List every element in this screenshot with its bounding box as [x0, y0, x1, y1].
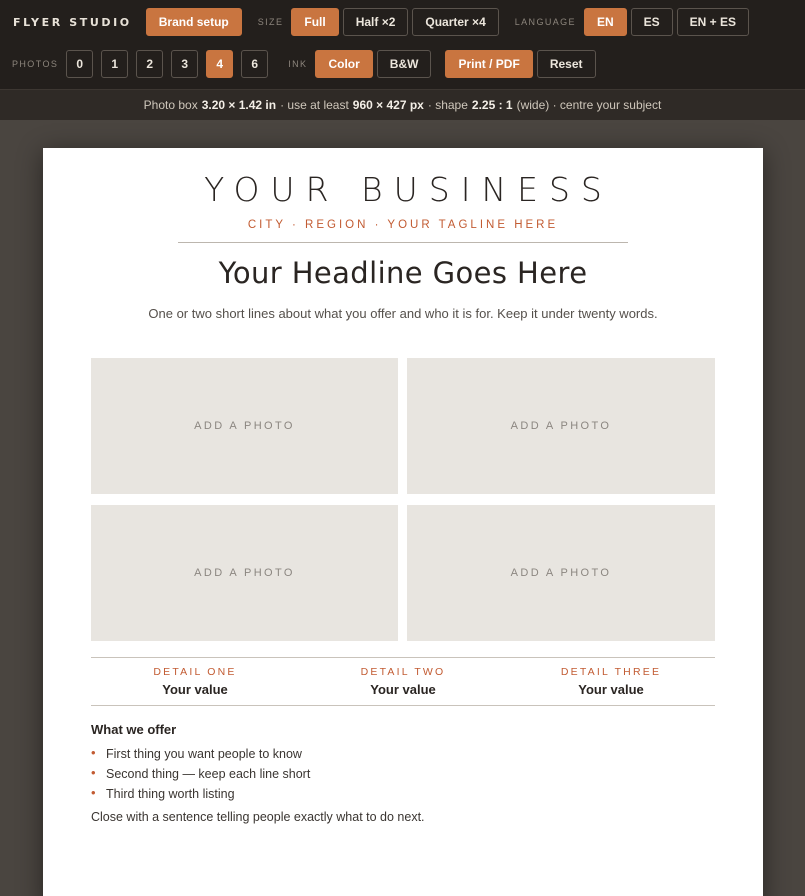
flyer-page: YOUR BUSINESS CITY · REGION · YOUR TAGLI…	[43, 148, 763, 896]
photo-box-hint: Photo box 3.20 × 1.42 in · use at least …	[0, 89, 805, 120]
divider	[91, 705, 715, 706]
size-full-button[interactable]: Full	[291, 8, 339, 36]
shape-label: · shape	[427, 98, 468, 112]
ink-label: INK	[288, 59, 308, 69]
photos-2-button[interactable]: 2	[136, 50, 164, 78]
shape-value: 2.25 : 1	[471, 98, 513, 112]
photos-1-button[interactable]: 1	[101, 50, 129, 78]
language-en-es-button[interactable]: EN + ES	[676, 8, 750, 36]
print-pdf-button[interactable]: Print / PDF	[445, 50, 533, 78]
details-row: DETAIL ONE Your value DETAIL TWO Your va…	[91, 666, 715, 697]
language-label: LANGUAGE	[514, 17, 576, 27]
detail-value: Your value	[578, 682, 644, 697]
language-es-button[interactable]: ES	[630, 8, 673, 36]
photo-box-label: Photo box	[143, 98, 198, 112]
list-item[interactable]: Second thing — keep each line short	[91, 763, 310, 784]
photo-grid: ADD A PHOTO ADD A PHOTO ADD A PHOTO ADD …	[91, 358, 715, 641]
size-half-button[interactable]: Half ×2	[342, 8, 409, 36]
photo-slot[interactable]: ADD A PHOTO	[91, 505, 398, 641]
toolbar: FLYER STUDIO Brand setup SIZE Full Half …	[0, 0, 805, 89]
photos-0-button[interactable]: 0	[66, 50, 94, 78]
shape-note: (wide) · centre your subject	[516, 98, 662, 112]
detail-value: Your value	[162, 682, 228, 697]
detail-item[interactable]: DETAIL TWO Your value	[299, 666, 507, 697]
size-quarter-button[interactable]: Quarter ×4	[412, 8, 499, 36]
detail-label: DETAIL ONE	[153, 666, 237, 678]
language-en-button[interactable]: EN	[583, 8, 627, 36]
offer-list: First thing you want people to know Seco…	[91, 743, 310, 804]
app-title: FLYER STUDIO	[13, 15, 132, 29]
photo-box-value: 3.20 × 1.42 in	[201, 98, 277, 112]
toolbar-row-top: FLYER STUDIO Brand setup SIZE Full Half …	[0, 8, 753, 36]
toolbar-row-bottom: PHOTOS 0 1 2 3 4 6 INK Color B&W Print /…	[0, 50, 600, 78]
list-item[interactable]: Third thing worth listing	[91, 783, 310, 804]
headline[interactable]: Your Headline Goes Here	[43, 256, 763, 290]
use-label: · use at least	[280, 98, 349, 112]
size-label: SIZE	[257, 17, 284, 27]
use-value: 960 × 427 px	[352, 98, 424, 112]
photo-slot[interactable]: ADD A PHOTO	[91, 358, 398, 494]
photos-6-button[interactable]: 6	[241, 50, 269, 78]
photos-3-button[interactable]: 3	[171, 50, 199, 78]
photo-slot[interactable]: ADD A PHOTO	[407, 358, 715, 494]
list-item[interactable]: First thing you want people to know	[91, 743, 310, 764]
brand-setup-button[interactable]: Brand setup	[145, 8, 242, 36]
detail-item[interactable]: DETAIL ONE Your value	[91, 666, 299, 697]
detail-label: DETAIL TWO	[360, 666, 446, 678]
detail-value: Your value	[370, 682, 436, 697]
photos-label: PHOTOS	[12, 59, 59, 69]
closing-text[interactable]: Close with a sentence telling people exa…	[91, 810, 425, 824]
canvas-area: YOUR BUSINESS CITY · REGION · YOUR TAGLI…	[0, 120, 805, 896]
detail-item[interactable]: DETAIL THREE Your value	[507, 666, 715, 697]
photos-4-button[interactable]: 4	[206, 50, 234, 78]
business-name[interactable]: YOUR BUSINESS	[43, 170, 763, 209]
divider	[91, 657, 715, 658]
subtext[interactable]: One or two short lines about what you of…	[143, 304, 663, 324]
detail-label: DETAIL THREE	[560, 666, 662, 678]
ink-color-button[interactable]: Color	[315, 50, 373, 78]
tagline[interactable]: CITY · REGION · YOUR TAGLINE HERE	[43, 219, 763, 231]
reset-button[interactable]: Reset	[536, 50, 596, 78]
divider	[178, 242, 628, 243]
offer-heading[interactable]: What we offer	[91, 722, 176, 737]
photo-slot[interactable]: ADD A PHOTO	[407, 505, 715, 641]
ink-bw-button[interactable]: B&W	[376, 50, 432, 78]
